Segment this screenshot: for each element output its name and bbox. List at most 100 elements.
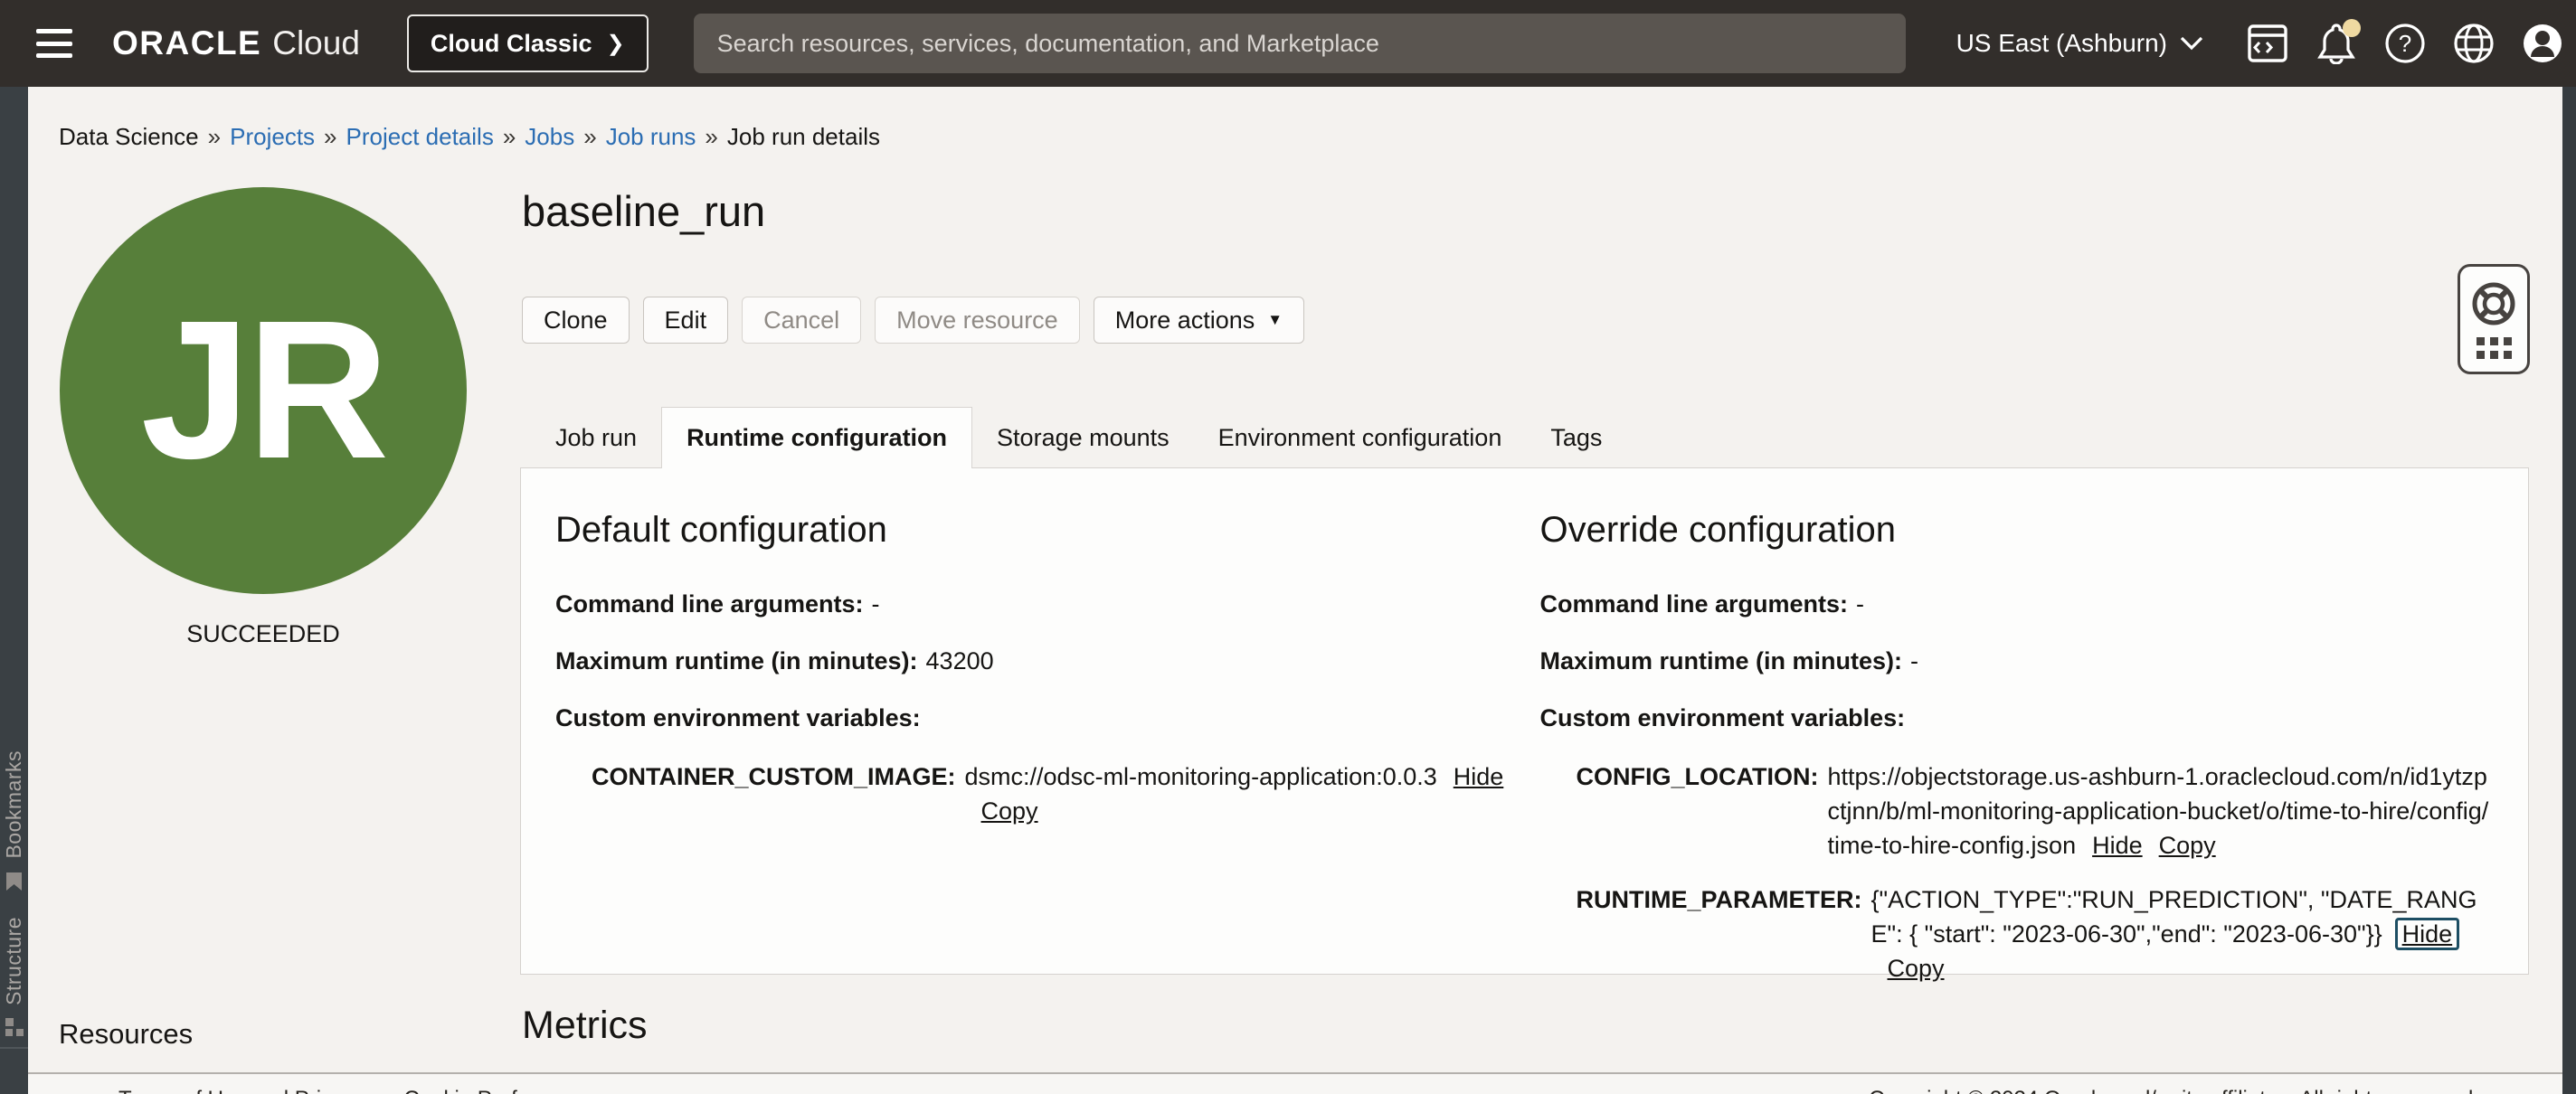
field-value: -: [872, 590, 880, 618]
detail-tabs: Job run Runtime configuration Storage mo…: [531, 407, 1626, 468]
structure-icon: [5, 1018, 24, 1036]
bookmarks-rail-label: Bookmarks: [2, 750, 26, 859]
breadcrumb-data-science: Data Science: [59, 123, 199, 151]
caret-down-icon: ▼: [1267, 311, 1283, 329]
right-collapsed-panel-rail[interactable]: [2562, 87, 2576, 1094]
env-var-name: RUNTIME_PARAMETER:: [1577, 882, 1862, 986]
default-configuration-section: Default configuration Command line argum…: [555, 510, 1510, 1005]
rail-divider: [0, 1047, 28, 1049]
region-label: US East (Ashburn): [1956, 29, 2167, 58]
env-var-value: {"ACTION_TYPE":"RUN_PREDICTION", "DATE_R…: [1871, 882, 2495, 986]
support-dock-widget[interactable]: [2458, 264, 2530, 374]
page-footer: Terms of Use and Privacy Cookie Preferen…: [28, 1072, 2562, 1094]
more-actions-button[interactable]: More actions ▼: [1094, 297, 1304, 344]
terms-privacy-link[interactable]: Terms of Use and Privacy: [118, 1087, 365, 1094]
region-selector[interactable]: US East (Ashburn): [1956, 29, 2203, 58]
tab-storage-mounts[interactable]: Storage mounts: [972, 407, 1194, 468]
search-input[interactable]: [717, 30, 1882, 58]
chevron-down-icon: [2180, 36, 2203, 51]
maximum-runtime-field: Maximum runtime (in minutes): 43200: [555, 646, 1510, 676]
help-icon[interactable]: ?: [2384, 23, 2426, 64]
custom-env-variables-field: Custom environment variables:: [1540, 703, 2495, 733]
breadcrumb-separator: »: [208, 123, 221, 151]
language-globe-icon[interactable]: [2453, 23, 2495, 64]
header-icon-group: ?: [2247, 23, 2563, 64]
env-var-name: CONTAINER_CUSTOM_IMAGE:: [592, 759, 956, 828]
env-var-value-text: dsmc://odsc-ml-monitoring-application:0.…: [965, 763, 1437, 790]
tab-environment-configuration[interactable]: Environment configuration: [1194, 407, 1527, 468]
cancel-button: Cancel: [742, 297, 861, 344]
global-search-bar[interactable]: [694, 14, 1906, 73]
bookmarks-rail-tab[interactable]: Bookmarks: [0, 750, 28, 891]
field-label: Command line arguments:: [555, 590, 864, 618]
env-var-value-text: {"ACTION_TYPE":"RUN_PREDICTION", "DATE_R…: [1871, 886, 2477, 948]
logo-oracle-text: ORACLE: [112, 24, 261, 62]
status-label: SUCCEEDED: [60, 620, 467, 648]
user-avatar-icon[interactable]: [2522, 23, 2563, 64]
default-configuration-heading: Default configuration: [555, 510, 1510, 551]
field-label: Custom environment variables:: [1540, 704, 1906, 731]
notifications-bell-icon[interactable]: [2316, 23, 2357, 64]
runtime-configuration-panel: Default configuration Command line argum…: [520, 467, 2529, 975]
copy-link[interactable]: Copy: [2159, 832, 2216, 859]
field-value: 43200: [926, 647, 994, 674]
copyright-text: Copyright © 2024 Oracle and/or its affil…: [1869, 1087, 2479, 1094]
copy-link[interactable]: Copy: [1888, 955, 1945, 982]
field-label: Maximum runtime (in minutes):: [1540, 647, 1903, 674]
tab-job-run[interactable]: Job run: [531, 407, 661, 468]
field-label: Maximum runtime (in minutes):: [555, 647, 918, 674]
env-var-row-runtime-parameter: RUNTIME_PARAMETER: {"ACTION_TYPE":"RUN_P…: [1577, 882, 2495, 986]
app-grid-dots-icon: [2477, 337, 2512, 359]
move-resource-button: Move resource: [875, 297, 1080, 344]
job-run-avatar: JR: [60, 187, 467, 594]
structure-rail-label: Structure: [2, 917, 26, 1005]
hide-link-focused[interactable]: Hide: [2402, 920, 2453, 948]
maximum-runtime-field: Maximum runtime (in minutes):-: [1540, 646, 2495, 676]
top-navbar: ORACLE Cloud Cloud Classic ❯ US East (As…: [0, 0, 2576, 87]
edit-button[interactable]: Edit: [643, 297, 729, 344]
lifebuoy-support-icon: [2470, 280, 2517, 327]
tab-tags[interactable]: Tags: [1526, 407, 1626, 468]
oracle-cloud-logo[interactable]: ORACLE Cloud: [112, 24, 360, 62]
move-resource-button-label: Move resource: [896, 307, 1058, 335]
breadcrumb-job-run-details: Job run details: [727, 123, 880, 151]
more-actions-label: More actions: [1115, 307, 1255, 335]
chevron-right-icon: ❯: [606, 31, 624, 57]
field-value: -: [1856, 590, 1864, 618]
breadcrumb-project-details[interactable]: Project details: [346, 123, 494, 151]
breadcrumb-separator: »: [583, 123, 596, 151]
env-var-name: CONFIG_LOCATION:: [1577, 759, 1819, 863]
edit-button-label: Edit: [665, 307, 707, 335]
breadcrumb-job-runs[interactable]: Job runs: [606, 123, 696, 151]
hamburger-menu-icon[interactable]: [36, 29, 72, 58]
structure-rail-tab[interactable]: Structure: [0, 917, 28, 1036]
cloud-shell-icon[interactable]: [2247, 23, 2288, 64]
action-button-row: Clone Edit Cancel Move resource More act…: [522, 297, 1304, 344]
clone-button[interactable]: Clone: [522, 297, 630, 344]
breadcrumb: Data Science » Projects » Project detail…: [59, 123, 880, 151]
breadcrumb-separator: »: [324, 123, 336, 151]
breadcrumb-jobs[interactable]: Jobs: [525, 123, 574, 151]
env-var-value-text: https://objectstorage.us-ashburn-1.oracl…: [1827, 763, 2488, 859]
env-var-row-container-custom-image: CONTAINER_CUSTOM_IMAGE: dsmc://odsc-ml-m…: [592, 759, 1510, 828]
breadcrumb-projects[interactable]: Projects: [230, 123, 315, 151]
svg-text:?: ?: [2399, 30, 2411, 57]
copy-link[interactable]: Copy: [981, 797, 1038, 825]
override-configuration-heading: Override configuration: [1540, 510, 2495, 551]
logo-cloud-text: Cloud: [272, 24, 360, 62]
cloud-classic-button[interactable]: Cloud Classic ❯: [407, 14, 649, 72]
field-value: -: [1910, 647, 1918, 674]
bookmark-icon: [5, 872, 23, 891]
breadcrumb-separator: »: [705, 123, 717, 151]
cancel-button-label: Cancel: [763, 307, 839, 335]
metrics-heading: Metrics: [522, 1004, 648, 1048]
tab-runtime-configuration[interactable]: Runtime configuration: [661, 407, 972, 468]
hide-link[interactable]: Hide: [1454, 763, 1504, 790]
cookie-preferences-link[interactable]: Cookie Preferences: [403, 1087, 594, 1094]
env-var-value: https://objectstorage.us-ashburn-1.oracl…: [1827, 759, 2494, 863]
env-var-row-config-location: CONFIG_LOCATION: https://objectstorage.u…: [1577, 759, 2495, 863]
resources-heading: Resources: [59, 1018, 193, 1051]
left-collapsed-panel-rail: Bookmarks Structure: [0, 87, 28, 1094]
hide-link[interactable]: Hide: [2092, 832, 2143, 859]
command-line-arguments-field: Command line arguments:-: [555, 589, 1510, 619]
